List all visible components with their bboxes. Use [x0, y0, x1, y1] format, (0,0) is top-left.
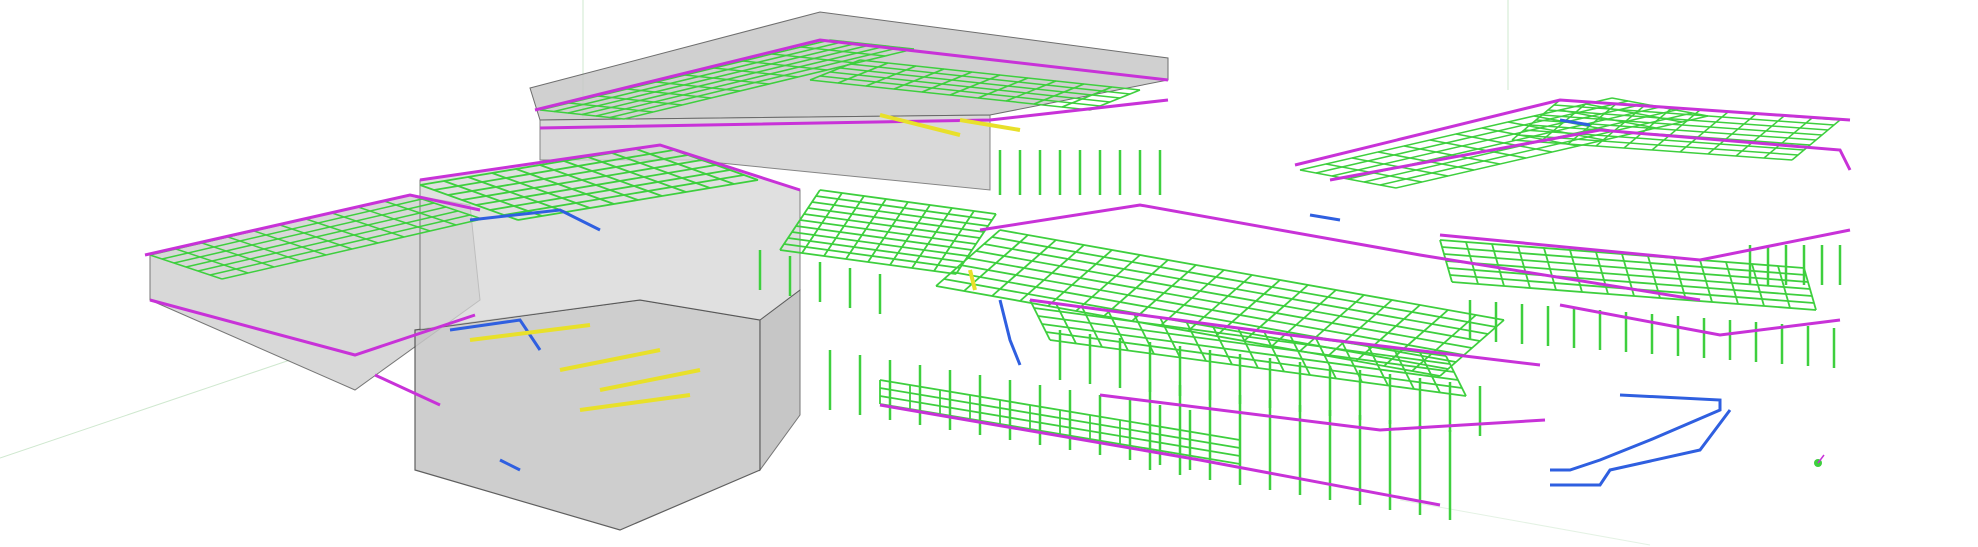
structural-member	[983, 243, 1489, 335]
duct-east-run	[1550, 393, 1722, 472]
model-viewport[interactable]	[0, 0, 1978, 547]
duct-south-run	[1550, 409, 1732, 487]
axis-line-bottom	[1399, 499, 1651, 546]
wall-tower-front	[414, 299, 761, 531]
structural-member	[1185, 320, 1207, 362]
structural-member	[807, 207, 985, 233]
structural-member	[779, 249, 957, 275]
structural-member	[1107, 310, 1129, 351]
structural-member	[783, 243, 961, 269]
slab-edge-south-2	[1099, 393, 1546, 432]
structural-member	[1523, 129, 1805, 151]
structural-member	[1315, 338, 1337, 379]
enclosure-walls	[149, 11, 1169, 531]
structural-member	[991, 236, 1497, 328]
wall-tower-side	[759, 289, 801, 472]
structural-member	[935, 285, 1441, 377]
structural-member	[791, 231, 969, 257]
pipe-central	[968, 269, 977, 291]
structural-member	[799, 219, 977, 245]
duct-central	[998, 299, 1022, 366]
structural-member	[815, 195, 993, 221]
structural-member	[1159, 317, 1181, 358]
structural-member	[787, 237, 965, 263]
structural-member	[803, 213, 981, 239]
structural-member	[1299, 97, 1613, 171]
bim-3d-model[interactable]	[0, 0, 1978, 547]
duct-central-2	[1309, 213, 1341, 222]
origin-marker	[1814, 454, 1825, 467]
structural-member	[811, 201, 989, 227]
axis-line-diagonal	[0, 359, 291, 459]
structural-member	[879, 387, 1241, 449]
structural-member	[795, 225, 973, 251]
structural-member	[819, 189, 997, 215]
structural-member	[951, 271, 1457, 363]
